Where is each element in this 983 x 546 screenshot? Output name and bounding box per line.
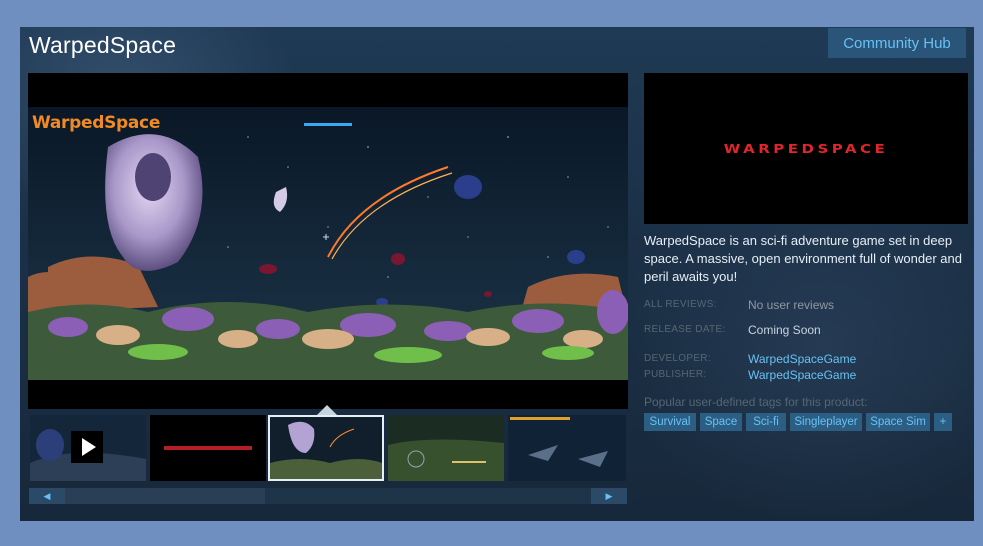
tags-label: Popular user-defined tags for this produ… bbox=[644, 395, 868, 409]
thumb-land-explore-image bbox=[388, 415, 504, 481]
thumbnail-strip bbox=[29, 415, 627, 481]
play-icon bbox=[71, 431, 103, 463]
tags-more-button[interactable]: + bbox=[934, 413, 952, 431]
right-arrow-icon: ▶ bbox=[605, 490, 613, 501]
release-date-value: Coming Soon bbox=[748, 323, 821, 337]
tag-space-sim[interactable]: Space Sim bbox=[866, 413, 930, 431]
capsule-logo-text: WARPEDSPACE bbox=[723, 141, 889, 156]
game-screenshot-scene bbox=[28, 107, 628, 380]
main-screenshot-viewer[interactable]: WarpedSpace bbox=[28, 73, 628, 409]
thumb-selected-screenshot[interactable] bbox=[268, 415, 384, 481]
thumb-logo-image bbox=[150, 415, 266, 481]
thumb-video[interactable] bbox=[30, 415, 146, 481]
left-arrow-icon: ◀ bbox=[43, 490, 51, 501]
thumb-logo[interactable] bbox=[150, 415, 266, 481]
developer-label: DEVELOPER: bbox=[644, 353, 711, 364]
thumb-land-explore[interactable] bbox=[388, 415, 504, 481]
scroll-left-button[interactable]: ◀ bbox=[29, 488, 65, 504]
store-page-header: WarpedSpace Community Hub WarpedSpace ◀ … bbox=[20, 27, 974, 521]
publisher-label: PUBLISHER: bbox=[644, 369, 707, 380]
scroll-right-button[interactable]: ▶ bbox=[591, 488, 627, 504]
thumb-run-ride-fight[interactable] bbox=[508, 415, 626, 481]
scrollbar-thumb[interactable] bbox=[65, 488, 265, 504]
all-reviews-label: ALL REVIEWS: bbox=[644, 299, 717, 310]
all-reviews-value: No user reviews bbox=[748, 298, 835, 312]
selected-thumb-indicator bbox=[317, 405, 337, 415]
thumb-run-ride-fight-image bbox=[508, 415, 626, 481]
developer-link[interactable]: WarpedSpaceGame bbox=[748, 352, 856, 366]
thumbnail-scrollbar[interactable]: ◀ ▶ bbox=[29, 488, 627, 504]
release-date-label: RELEASE DATE: bbox=[644, 324, 726, 335]
tag-sci-fi[interactable]: Sci-fi bbox=[746, 413, 786, 431]
tag-survival[interactable]: Survival bbox=[644, 413, 696, 431]
game-description: WarpedSpace is an sci-fi adventure game … bbox=[644, 233, 962, 284]
scene-logo-text: WarpedSpace bbox=[32, 113, 161, 133]
publisher-link[interactable]: WarpedSpaceGame bbox=[748, 368, 856, 382]
header-capsule-image: WARPEDSPACE bbox=[644, 73, 968, 224]
tag-space[interactable]: Space bbox=[700, 413, 742, 431]
community-hub-button[interactable]: Community Hub bbox=[828, 28, 966, 58]
tag-singleplayer[interactable]: Singleplayer bbox=[790, 413, 862, 431]
app-title: WarpedSpace bbox=[29, 32, 177, 58]
thumb-screenshot-image bbox=[270, 417, 382, 479]
